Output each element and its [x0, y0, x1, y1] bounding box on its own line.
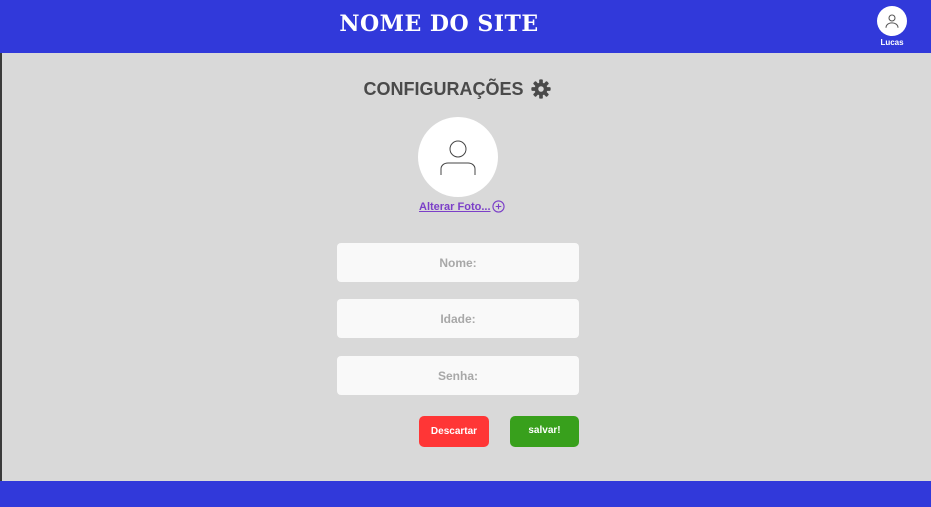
- plus-circle-icon[interactable]: [491, 200, 505, 213]
- footer-bar: [0, 481, 931, 507]
- age-field[interactable]: [337, 299, 579, 338]
- user-avatar[interactable]: [877, 6, 907, 36]
- name-field[interactable]: [337, 243, 579, 282]
- discard-button[interactable]: Descartar: [419, 416, 489, 447]
- password-field[interactable]: [337, 356, 579, 395]
- user-icon: [885, 14, 899, 28]
- site-title: NOME DO SITE: [339, 11, 539, 37]
- profile-photo: [418, 117, 498, 197]
- page-title: CONFIGURAÇÕES: [0, 78, 923, 100]
- window-border: [0, 0, 2, 507]
- change-photo-label[interactable]: Alterar Foto...: [419, 201, 491, 213]
- user-menu[interactable]: Lucas: [874, 6, 910, 47]
- save-button[interactable]: salvar!: [510, 416, 579, 447]
- change-photo-link[interactable]: Alterar Foto...: [419, 200, 505, 213]
- gear-icon: [530, 79, 551, 99]
- user-icon: [440, 140, 476, 175]
- top-bar: NOME DO SITE Lucas: [0, 0, 931, 53]
- page-title-text: CONFIGURAÇÕES: [363, 78, 524, 99]
- user-name: Lucas: [880, 38, 904, 47]
